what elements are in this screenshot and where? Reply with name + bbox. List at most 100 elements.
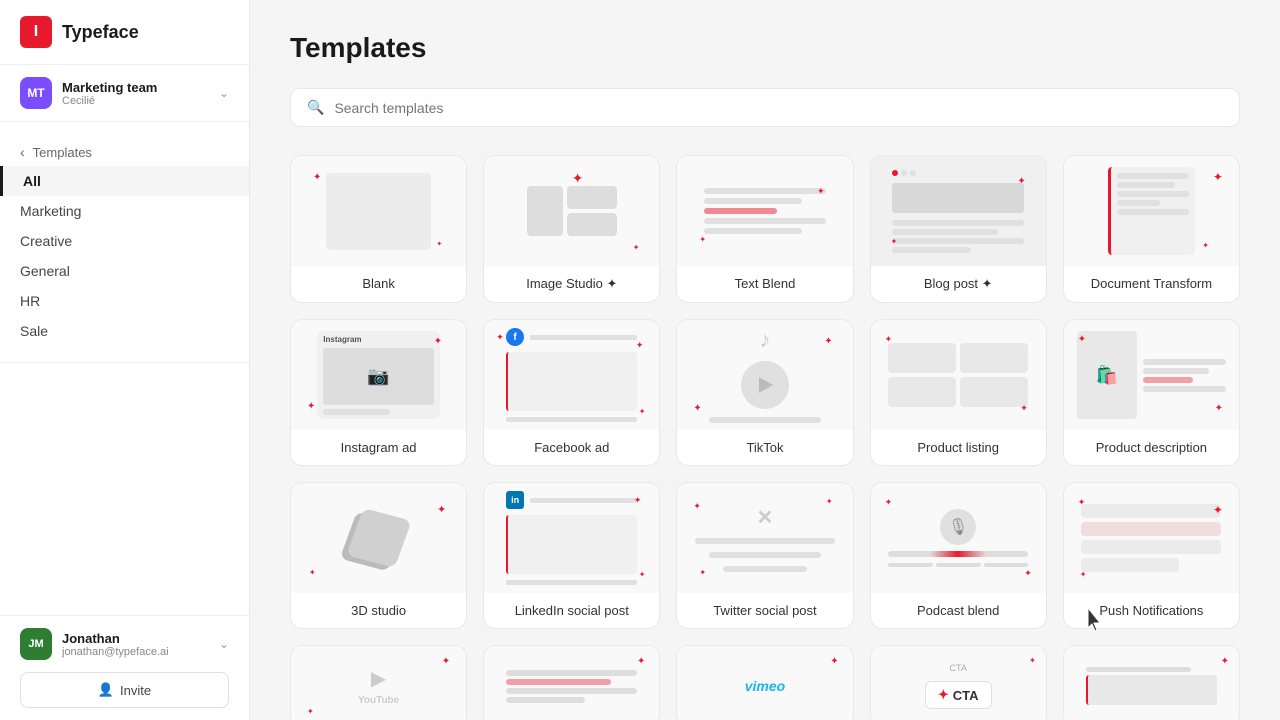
sparkle-icon: ✦ bbox=[434, 336, 442, 347]
play-icon bbox=[759, 377, 773, 393]
template-preview-podcast: ✦ ✦ 🎙 bbox=[871, 483, 1046, 593]
template-label: 3D studio bbox=[291, 593, 466, 628]
template-label: Blank bbox=[291, 266, 466, 301]
template-card-text-blend[interactable]: ✦ ✦ Text Blend bbox=[676, 155, 853, 303]
push-notifications-preview bbox=[1081, 504, 1221, 572]
app-logo-icon: I bbox=[20, 16, 52, 48]
cta-badge: ✦ CTA bbox=[925, 681, 992, 709]
template-card-push-notifications[interactable]: ✦ ✦ ✦ Push Notifications bbox=[1063, 482, 1240, 629]
template-preview-linkedin: ✦ ✦ in bbox=[484, 483, 659, 593]
sparkle-icon: ✦ bbox=[1078, 334, 1086, 345]
template-preview-document-transform: ✦ ✦ bbox=[1064, 156, 1239, 266]
template-card-linkedin[interactable]: ✦ ✦ in LinkedIn social post bbox=[483, 482, 660, 629]
sidebar-item-hr[interactable]: HR bbox=[0, 286, 249, 316]
templates-grid: ✦ ✦ Blank ✦ ✦ Image Studio ✦ bbox=[290, 155, 1240, 720]
template-label: Text Blend bbox=[677, 266, 852, 301]
facebook-preview: f bbox=[506, 328, 637, 422]
template-card-document-transform[interactable]: ✦ ✦ Document Transform bbox=[1063, 155, 1240, 303]
template-card-facebook[interactable]: ✦ ✦ ✦ f Facebook ad bbox=[483, 319, 660, 466]
template-card-youtube[interactable]: ✦ ✦ ▶ YouTube bbox=[290, 645, 467, 720]
template-card-vimeo[interactable]: ✦ vimeo bbox=[676, 645, 853, 720]
cube-icon bbox=[346, 508, 411, 568]
sparkle-icon: ✦ bbox=[496, 332, 504, 343]
template-card-product-listing[interactable]: ✦ ✦ Product listing bbox=[870, 319, 1047, 466]
cta-label: CTA bbox=[953, 688, 979, 703]
template-preview-cta: ✦ CTA ✦ CTA bbox=[871, 646, 1046, 720]
sidebar-item-all[interactable]: All bbox=[0, 166, 249, 196]
team-name: Marketing team bbox=[62, 80, 219, 95]
template-card-cta[interactable]: ✦ CTA ✦ CTA bbox=[870, 645, 1047, 720]
template-preview-vimeo: ✦ vimeo bbox=[677, 646, 852, 720]
sparkle-icon: ✦ bbox=[830, 656, 838, 667]
template-preview-facebook: ✦ ✦ ✦ f bbox=[484, 320, 659, 430]
product-listing-preview bbox=[888, 343, 1028, 407]
template-card-other[interactable]: ✦ bbox=[1063, 645, 1240, 720]
sparkle-icon: ✦ bbox=[693, 403, 701, 414]
template-card-instagram[interactable]: ✦ ✦ Instagram 📷 Instagram ad bbox=[290, 319, 467, 466]
sidebar-item-general[interactable]: General bbox=[0, 256, 249, 286]
search-input[interactable] bbox=[334, 100, 1223, 116]
app-logo-area: I Typeface bbox=[0, 0, 249, 65]
sparkle-icon: ✦ bbox=[309, 568, 316, 577]
back-arrow-icon: ‹ bbox=[20, 144, 25, 160]
sparkle-icon: ✦ bbox=[885, 334, 893, 345]
search-icon: 🔍 bbox=[307, 99, 324, 116]
sparkle-icon: ✦ bbox=[1017, 176, 1025, 187]
sparkle-icon: ✦ bbox=[1202, 241, 1209, 250]
template-preview-text-blend: ✦ ✦ bbox=[677, 156, 852, 266]
facebook-icon: f bbox=[506, 328, 524, 346]
team-info: Marketing team Cecilié bbox=[62, 80, 219, 107]
template-label: Instagram ad bbox=[291, 430, 466, 465]
invite-button[interactable]: 👤 Invite bbox=[20, 672, 229, 708]
sparkle-icon: ✦ bbox=[1078, 497, 1086, 508]
3d-studio-preview bbox=[291, 483, 466, 593]
sparkle-icon: ✦ bbox=[1213, 503, 1223, 517]
sidebar-item-creative[interactable]: Creative bbox=[0, 226, 249, 256]
template-card-twitter[interactable]: ✦ ✦ ✦ ✕ Twitter social post bbox=[676, 482, 853, 629]
user-email: jonathan@typeface.ai bbox=[62, 646, 209, 658]
sidebar-bottom: JM Jonathan jonathan@typeface.ai ⌄ 👤 Inv… bbox=[0, 615, 249, 720]
template-card-blog-post[interactable]: ✦ ✦ Blog post ✦ bbox=[870, 155, 1047, 303]
page-title: Templates bbox=[290, 32, 1240, 64]
other-preview bbox=[1086, 667, 1217, 705]
sidebar-item-marketing[interactable]: Marketing bbox=[0, 196, 249, 226]
template-card-3d-studio[interactable]: ✦ ✦ 3D studio bbox=[290, 482, 467, 629]
template-card-podcast[interactable]: ✦ ✦ 🎙 Podcast blend bbox=[870, 482, 1047, 629]
template-card-newsletter[interactable]: ✦ bbox=[483, 645, 660, 720]
nav-back-label: Templates bbox=[33, 145, 92, 160]
tiktok-preview: ♪ bbox=[695, 327, 835, 423]
twitter-preview: ✕ bbox=[695, 505, 835, 572]
user-name: Jonathan bbox=[62, 631, 209, 646]
template-preview-tiktok: ✦ ✦ ♪ bbox=[677, 320, 852, 430]
template-card-image-studio[interactable]: ✦ ✦ Image Studio ✦ bbox=[483, 155, 660, 303]
user-section: JM Jonathan jonathan@typeface.ai ⌄ bbox=[20, 628, 229, 660]
nav-back-button[interactable]: ‹ Templates bbox=[0, 138, 249, 166]
instagram-card-preview: Instagram 📷 bbox=[317, 331, 440, 419]
template-label: Image Studio ✦ bbox=[484, 266, 659, 302]
template-preview-product-description: ✦ ✦ 🛍️ bbox=[1064, 320, 1239, 430]
template-card-tiktok[interactable]: ✦ ✦ ♪ TikTok bbox=[676, 319, 853, 466]
search-bar: 🔍 bbox=[290, 88, 1240, 127]
template-preview-blank: ✦ ✦ bbox=[291, 156, 466, 266]
microphone-icon: 🎙 bbox=[940, 509, 976, 545]
sparkle-icon: ✦ bbox=[699, 568, 706, 577]
sparkle-icon: ✦ bbox=[1024, 568, 1032, 579]
template-label: Product description bbox=[1064, 430, 1239, 465]
team-selector[interactable]: MT Marketing team Cecilié ⌄ bbox=[0, 65, 249, 122]
template-card-product-description[interactable]: ✦ ✦ 🛍️ Product description bbox=[1063, 319, 1240, 466]
youtube-icon: ▶ bbox=[371, 666, 386, 691]
sparkle-icon: ✦ bbox=[826, 497, 833, 506]
linkedin-icon: in bbox=[506, 491, 524, 509]
sidebar-item-sale[interactable]: Sale bbox=[0, 316, 249, 346]
template-card-blank[interactable]: ✦ ✦ Blank bbox=[290, 155, 467, 303]
sparkle-icon: ✦ bbox=[639, 570, 646, 579]
sidebar: I Typeface MT Marketing team Cecilié ⌄ ‹… bbox=[0, 0, 250, 720]
template-preview-3d-studio: ✦ ✦ bbox=[291, 483, 466, 593]
sparkle-icon: ✦ bbox=[307, 401, 315, 412]
sparkle-icon: ✦ bbox=[633, 243, 640, 252]
template-label: Push Notifications bbox=[1064, 593, 1239, 628]
sparkle-icon: ✦ bbox=[891, 237, 898, 246]
podcast-preview: 🎙 bbox=[888, 509, 1028, 567]
product-description-preview: 🛍️ bbox=[1077, 331, 1226, 419]
sparkle-icon: ✦ bbox=[1215, 403, 1223, 414]
